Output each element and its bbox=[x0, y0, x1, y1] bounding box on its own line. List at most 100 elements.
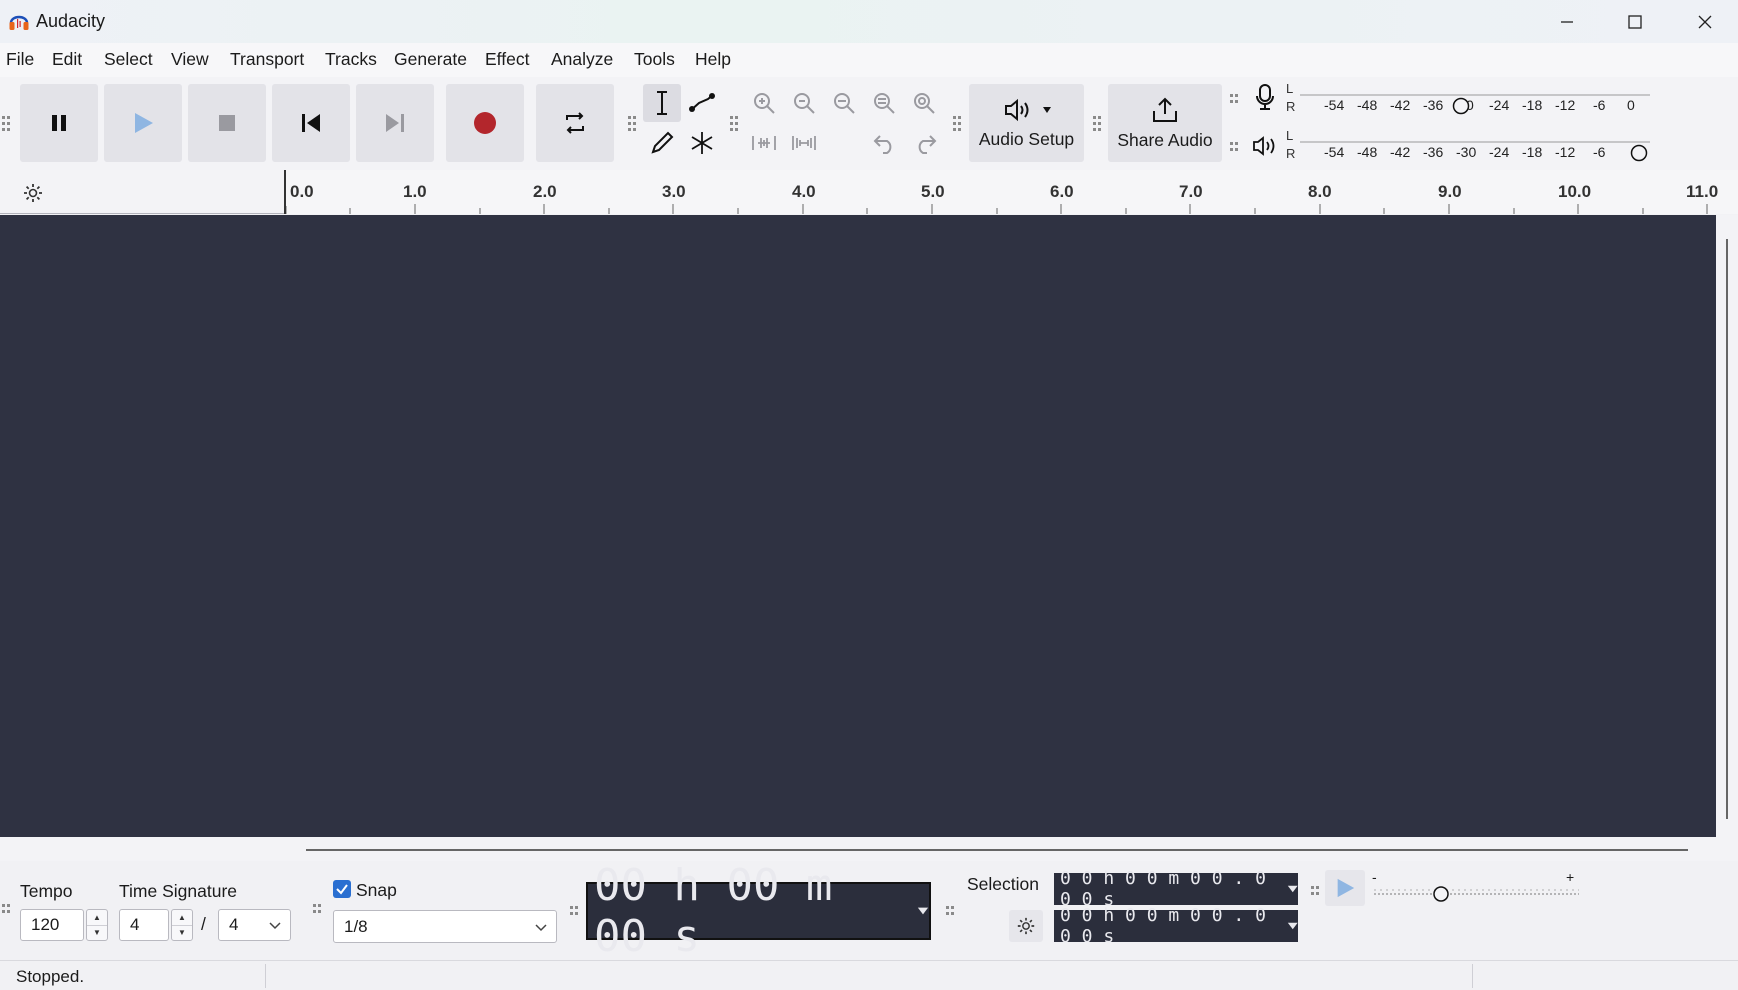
menu-transport[interactable]: Transport bbox=[230, 49, 304, 70]
time-signature-upper-input[interactable]: 4 bbox=[119, 909, 169, 941]
timeline-options-button[interactable] bbox=[18, 180, 48, 206]
pause-icon bbox=[52, 115, 66, 131]
snap-select[interactable]: 1/8 bbox=[333, 910, 557, 943]
menu-tools[interactable]: Tools bbox=[634, 49, 675, 70]
loop-icon bbox=[566, 112, 584, 134]
skip-to-end-button[interactable] bbox=[356, 84, 434, 162]
selection-options-button[interactable] bbox=[1009, 910, 1043, 942]
horizontal-scrollbar[interactable] bbox=[0, 837, 1738, 861]
draw-tool-button[interactable] bbox=[643, 124, 681, 162]
menu-generate[interactable]: Generate bbox=[394, 49, 467, 70]
menu-effect[interactable]: Effect bbox=[485, 49, 529, 70]
silence-audio-button[interactable] bbox=[785, 124, 823, 162]
time-signature-lower-select[interactable]: 4 bbox=[218, 909, 291, 941]
toolbar-grip[interactable] bbox=[1311, 880, 1319, 900]
toolbar-grip[interactable] bbox=[730, 108, 738, 138]
pause-button[interactable] bbox=[20, 84, 98, 162]
menu-bar: File Edit Select View Transport Tracks G… bbox=[0, 43, 1738, 77]
undo-icon bbox=[873, 135, 892, 154]
menu-edit[interactable]: Edit bbox=[52, 49, 82, 70]
selection-start-time[interactable]: 0 0 h 0 0 m 0 0 . 0 0 0 s bbox=[1054, 868, 1298, 910]
playback-level-slider-thumb[interactable] bbox=[1630, 144, 1648, 162]
undo-button[interactable] bbox=[866, 124, 904, 162]
selection-tool-button[interactable] bbox=[643, 84, 681, 122]
playback-speed-slider[interactable]: - + bbox=[1372, 869, 1582, 908]
stepper-up-icon[interactable]: ▲ bbox=[87, 910, 107, 925]
time-display[interactable]: 00 h 00 m 00 s bbox=[586, 860, 931, 962]
redo-button[interactable] bbox=[906, 124, 944, 162]
microphone-icon bbox=[1256, 84, 1274, 110]
redo-icon bbox=[918, 135, 937, 154]
menu-help[interactable]: Help bbox=[695, 49, 731, 70]
vertical-scroll-thumb[interactable] bbox=[1726, 239, 1728, 819]
toolbar-grip[interactable] bbox=[313, 898, 321, 918]
horizontal-scroll-thumb[interactable] bbox=[306, 849, 1688, 851]
meter-tick: -30 bbox=[1456, 144, 1477, 160]
envelope-tool-button[interactable] bbox=[683, 84, 721, 122]
menu-view[interactable]: View bbox=[171, 49, 209, 70]
record-icon bbox=[474, 112, 496, 134]
toolbar-grip[interactable] bbox=[570, 900, 578, 920]
timeline-ruler[interactable]: 0.0 1.0 2.0 3.0 4.0 5.0 6.0 7.0 8.0 9.0 … bbox=[284, 170, 1738, 214]
record-meter-button[interactable] bbox=[1249, 81, 1281, 113]
playback-meter[interactable]: -54 -48 -42 -36 -30 -24 -18 -12 -6 bbox=[1300, 131, 1650, 162]
vertical-scrollbar[interactable] bbox=[1716, 215, 1738, 837]
selection-label: Selection bbox=[967, 874, 1039, 894]
menu-analyze[interactable]: Analyze bbox=[551, 49, 613, 70]
toolbar-grip[interactable] bbox=[1230, 136, 1238, 156]
stop-icon bbox=[219, 115, 235, 131]
fit-project-button[interactable] bbox=[865, 84, 903, 122]
share-audio-button[interactable]: Share Audio bbox=[1108, 84, 1222, 162]
meter-tick: -42 bbox=[1390, 97, 1411, 113]
menu-tracks[interactable]: Tracks bbox=[325, 49, 377, 70]
toolbar-grip[interactable] bbox=[2, 108, 10, 138]
record-level-slider-thumb[interactable] bbox=[1452, 97, 1470, 115]
toolbar-grip[interactable] bbox=[953, 108, 961, 138]
toolbar-grip[interactable] bbox=[1230, 88, 1238, 108]
playback-meter-button[interactable] bbox=[1249, 130, 1281, 162]
stepper-up-icon[interactable]: ▲ bbox=[172, 910, 192, 925]
chevron-down-icon bbox=[269, 922, 281, 930]
meter-tick: -18 bbox=[1522, 97, 1543, 113]
stepper-down-icon[interactable]: ▼ bbox=[172, 924, 192, 941]
menu-select[interactable]: Select bbox=[104, 49, 153, 70]
stop-button[interactable] bbox=[188, 84, 266, 162]
maximize-button[interactable] bbox=[1600, 0, 1670, 43]
pencil-icon bbox=[651, 131, 674, 154]
meter-tick: -42 bbox=[1390, 144, 1411, 160]
fit-selection-button[interactable] bbox=[825, 84, 863, 122]
audio-setup-button[interactable]: Audio Setup bbox=[969, 84, 1084, 162]
trim-audio-button[interactable] bbox=[745, 124, 783, 162]
toolbar-grip[interactable] bbox=[628, 108, 636, 138]
checkmark-icon bbox=[336, 884, 348, 895]
record-meter[interactable]: -54 -48 -42 -36 0 -24 -18 -12 -6 0 bbox=[1300, 84, 1650, 115]
selection-end-time[interactable]: 0 0 h 0 0 m 0 0 . 0 0 0 s bbox=[1054, 905, 1298, 947]
loop-button[interactable] bbox=[536, 84, 614, 162]
multi-tool-button[interactable] bbox=[683, 124, 721, 162]
share-audio-label: Share Audio bbox=[1117, 129, 1213, 150]
record-meter-channels: L R bbox=[1286, 81, 1296, 114]
time-signature-stepper[interactable]: ▲ ▼ bbox=[171, 909, 193, 941]
zoom-out-button[interactable] bbox=[785, 84, 823, 122]
speed-slider-thumb[interactable] bbox=[1432, 884, 1450, 904]
zoom-toggle-button[interactable] bbox=[905, 84, 943, 122]
close-button[interactable] bbox=[1670, 0, 1738, 43]
tempo-stepper[interactable]: ▲ ▼ bbox=[86, 909, 108, 941]
zoom-in-button[interactable] bbox=[745, 84, 783, 122]
toolbar-grip[interactable] bbox=[946, 900, 954, 920]
play-at-speed-button[interactable] bbox=[1325, 870, 1365, 906]
menu-file[interactable]: File bbox=[6, 49, 34, 70]
tempo-input[interactable]: 120 bbox=[20, 909, 84, 941]
stepper-down-icon[interactable]: ▼ bbox=[87, 924, 107, 941]
meter-tick: -24 bbox=[1489, 97, 1510, 113]
toolbar-grip[interactable] bbox=[1093, 108, 1101, 138]
share-upload-icon bbox=[1153, 97, 1177, 122]
record-button[interactable] bbox=[446, 84, 524, 162]
track-panel[interactable] bbox=[0, 215, 1716, 837]
snap-checkbox[interactable] bbox=[333, 880, 351, 898]
minimize-button[interactable] bbox=[1532, 0, 1602, 43]
toolbar-grip[interactable] bbox=[2, 898, 10, 918]
skip-to-start-button[interactable] bbox=[272, 84, 350, 162]
play-button[interactable] bbox=[104, 84, 182, 162]
meter-tick: -54 bbox=[1324, 97, 1345, 113]
